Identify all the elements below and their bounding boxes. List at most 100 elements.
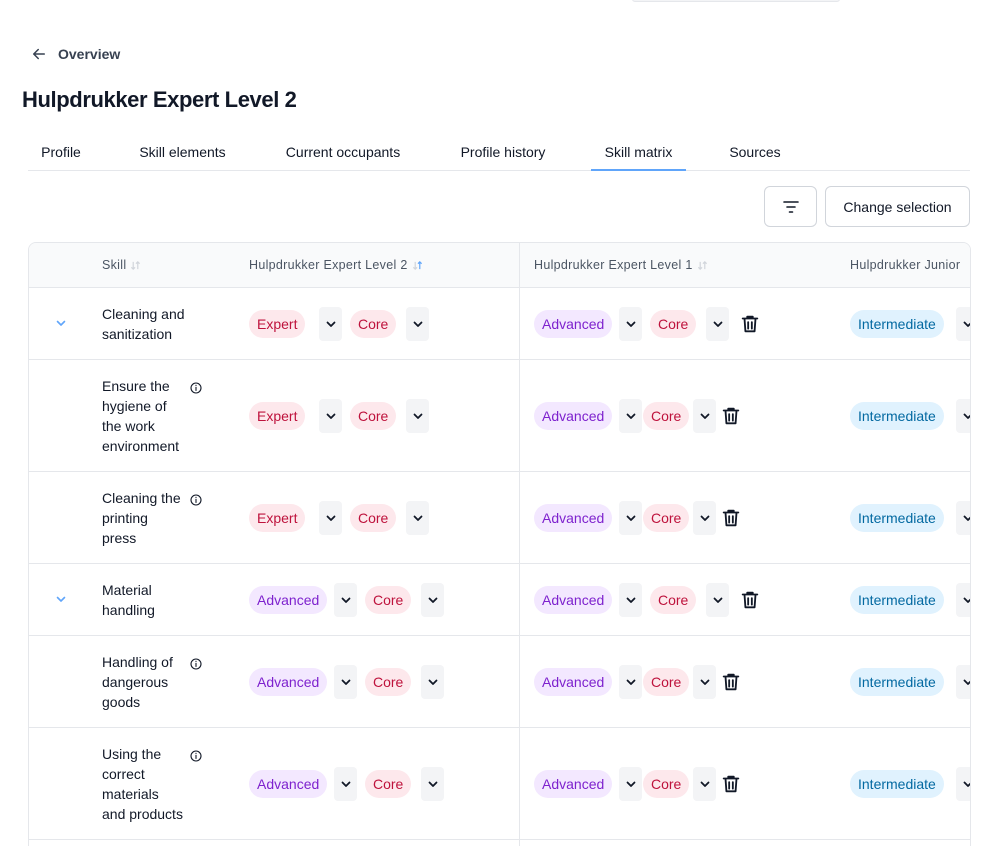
level-dropdown[interactable] — [619, 307, 642, 341]
trash-icon[interactable] — [720, 507, 742, 529]
chevron-down-icon — [713, 321, 722, 327]
type-badge: Core — [365, 586, 412, 614]
info-icon[interactable] — [190, 381, 202, 394]
trash-icon[interactable] — [720, 671, 742, 693]
type-dropdown[interactable] — [693, 399, 716, 433]
level-badge: Intermediate — [850, 504, 944, 532]
skill-group-row: Material handling Advanced Core Advanced Core… — [29, 564, 970, 636]
level-dropdown[interactable] — [319, 501, 342, 535]
skill-row: Ensure the hygiene of the work environment E… — [29, 360, 970, 472]
type-dropdown[interactable] — [421, 583, 444, 617]
level-dropdown[interactable] — [334, 767, 357, 801]
back-to-overview-link[interactable]: Overview — [30, 45, 120, 63]
tab-skill-matrix[interactable]: Skill matrix — [591, 134, 686, 171]
skill-name-line: Cleaning the — [102, 490, 181, 506]
type-dropdown[interactable] — [693, 767, 716, 801]
level-badge: Advanced — [249, 770, 328, 798]
type-dropdown[interactable] — [406, 399, 429, 433]
grid-header: Skill Hulpdrukker Expert Level 2 Hulpdru… — [29, 243, 970, 288]
change-selection-button[interactable]: Change selection — [825, 186, 970, 227]
tab-bar: Profile Skill elements Current occupants… — [28, 134, 970, 171]
chevron-down-icon — [326, 413, 335, 419]
chevron-down-icon — [963, 679, 970, 685]
trash-icon[interactable] — [739, 313, 761, 335]
type-badge: Core — [650, 310, 697, 338]
tab-skill-elements[interactable]: Skill elements — [124, 134, 241, 171]
type-dropdown[interactable] — [693, 501, 716, 535]
chevron-down-icon — [413, 413, 422, 419]
level-badge: Intermediate — [850, 310, 944, 338]
tab-current-occupants[interactable]: Current occupants — [273, 134, 413, 171]
level-badge: Intermediate — [850, 770, 944, 798]
level-dropdown[interactable] — [956, 307, 970, 341]
type-badge: Core — [643, 504, 690, 532]
skill-name-line: the work — [102, 418, 155, 434]
chevron-down-icon — [700, 679, 709, 685]
type-dropdown[interactable] — [406, 501, 429, 535]
trash-icon[interactable] — [739, 589, 761, 611]
type-dropdown[interactable] — [421, 767, 444, 801]
sort-icon — [412, 260, 422, 270]
skill-name-line: Cleaning and — [102, 306, 185, 322]
tab-profile[interactable]: Profile — [28, 134, 94, 171]
skill-name: Cleaning the printing press — [102, 488, 181, 548]
level-dropdown[interactable] — [956, 665, 970, 699]
arrow-left-icon — [33, 48, 45, 60]
level-badge: Intermediate — [850, 668, 944, 696]
tab-profile-history[interactable]: Profile history — [448, 134, 558, 171]
level-badge: Expert — [249, 402, 306, 430]
level-dropdown[interactable] — [334, 583, 357, 617]
level-badge: Advanced — [534, 668, 613, 696]
expand-chevron-icon[interactable] — [54, 316, 68, 330]
level-dropdown[interactable] — [319, 307, 342, 341]
chevron-down-icon — [341, 597, 350, 603]
level-dropdown[interactable] — [956, 583, 970, 617]
skill-name-line: Handling of — [102, 654, 173, 670]
skill-name-line: Material — [102, 582, 152, 598]
expand-chevron-icon[interactable] — [54, 592, 68, 606]
level-badge: Advanced — [534, 586, 613, 614]
chevron-down-icon — [963, 413, 970, 419]
level-dropdown[interactable] — [619, 665, 642, 699]
type-dropdown[interactable] — [706, 307, 729, 341]
level-dropdown[interactable] — [956, 767, 970, 801]
chevron-down-icon — [713, 597, 722, 603]
skill-name: Using the correct materials and products — [102, 744, 183, 824]
level-dropdown[interactable] — [956, 399, 970, 433]
level-dropdown[interactable] — [319, 399, 342, 433]
type-dropdown[interactable] — [406, 307, 429, 341]
chevron-down-icon — [626, 413, 635, 419]
level-dropdown[interactable] — [956, 501, 970, 535]
level-dropdown[interactable] — [619, 399, 642, 433]
column-header-expert-level-2[interactable]: Hulpdrukker Expert Level 2 — [249, 258, 423, 272]
trash-icon[interactable] — [720, 773, 742, 795]
info-icon[interactable] — [190, 657, 202, 670]
sort-icon — [131, 260, 141, 270]
trash-icon[interactable] — [720, 405, 742, 427]
column-header-junior[interactable]: Hulpdrukker Junior — [850, 258, 960, 272]
chevron-down-icon — [326, 515, 335, 521]
column-label: Hulpdrukker Expert Level 2 — [249, 258, 408, 272]
column-header-skill[interactable]: Skill — [102, 258, 141, 272]
info-icon[interactable] — [190, 749, 202, 762]
skill-name: Ensure the hygiene of the work environment — [102, 376, 179, 456]
type-dropdown[interactable] — [421, 665, 444, 699]
skill-name-line: goods — [102, 694, 141, 710]
level-dropdown[interactable] — [619, 501, 642, 535]
column-header-expert-level-1[interactable]: Hulpdrukker Expert Level 1 — [534, 258, 708, 272]
filter-button[interactable] — [764, 186, 817, 227]
level-dropdown[interactable] — [334, 665, 357, 699]
skill-row: Handling of dangerous goods Advanced Core Adv… — [29, 636, 970, 728]
tab-sources[interactable]: Sources — [718, 134, 792, 171]
skill-name-line: printing — [102, 510, 148, 526]
level-badge: Intermediate — [850, 586, 944, 614]
skill-name-line: correct — [102, 766, 145, 782]
level-dropdown[interactable] — [619, 767, 642, 801]
info-icon[interactable] — [190, 493, 202, 506]
level-dropdown[interactable] — [619, 583, 642, 617]
chevron-down-icon — [700, 413, 709, 419]
skill-name: Material handling — [102, 580, 155, 620]
chevron-down-icon — [341, 781, 350, 787]
type-dropdown[interactable] — [693, 665, 716, 699]
type-dropdown[interactable] — [706, 583, 729, 617]
